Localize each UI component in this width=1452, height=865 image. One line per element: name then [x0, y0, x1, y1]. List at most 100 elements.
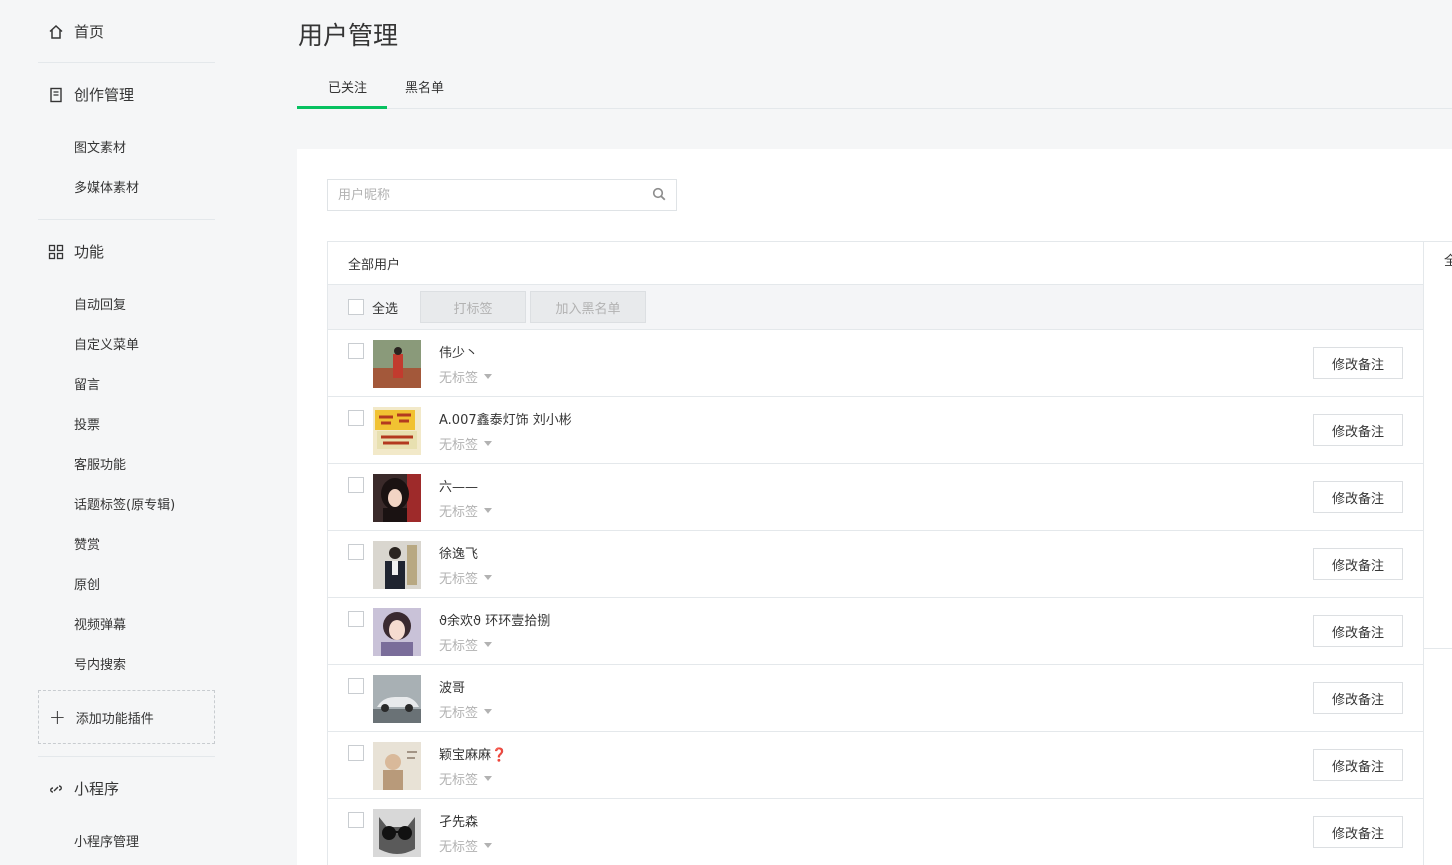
user-panel: 全部用户 全选 打标签 加入黑名单 伟少丶 无标签 修改备注 A.007鑫泰灯饰… — [297, 149, 1452, 865]
sidebar-item-vote[interactable]: 投票 — [74, 414, 100, 433]
row-checkbox[interactable] — [348, 611, 364, 627]
user-name: 孑先森 — [439, 815, 479, 830]
caret-down-icon — [484, 709, 493, 714]
tag-dropdown[interactable]: 无标签 — [439, 702, 493, 721]
sidebar-item-home[interactable]: 首页 — [48, 21, 104, 42]
tag-group-all[interactable]: 全 — [1444, 250, 1452, 269]
link-icon — [48, 781, 64, 797]
row-checkbox[interactable] — [348, 410, 364, 426]
search-input[interactable] — [338, 187, 652, 203]
sidebar: 首页 创作管理 图文素材 多媒体素材 功能 自动回复 自定义菜单 留言 投票 客… — [0, 0, 240, 865]
caret-down-icon — [484, 508, 493, 513]
row-checkbox[interactable] — [348, 812, 364, 828]
list-header-title: 全部用户 — [348, 257, 401, 273]
sidebar-item-comments[interactable]: 留言 — [74, 374, 100, 393]
avatar — [373, 541, 421, 589]
tab-followed[interactable]: 已关注 — [328, 77, 367, 96]
tag-dropdown[interactable]: 无标签 — [439, 635, 493, 654]
edit-remark-button[interactable]: 修改备注 — [1313, 615, 1403, 647]
user-name: A.007鑫泰灯饰 刘小彬 — [439, 413, 572, 428]
sidebar-item-features[interactable]: 功能 — [48, 241, 104, 262]
tag-dropdown[interactable]: 无标签 — [439, 367, 493, 386]
sidebar-item-miniprogram-manage[interactable]: 小程序管理 — [74, 831, 139, 850]
user-list: 全部用户 全选 打标签 加入黑名单 伟少丶 无标签 修改备注 A.007鑫泰灯饰… — [327, 241, 1424, 865]
edit-remark-button[interactable]: 修改备注 — [1313, 481, 1403, 513]
tag-label: 无标签 — [439, 505, 479, 520]
user-name: 波哥 — [439, 681, 466, 696]
tag-dropdown[interactable]: 无标签 — [439, 769, 493, 788]
avatar — [373, 608, 421, 656]
sidebar-item-label: 小程序 — [74, 780, 120, 798]
sidebar-item-original[interactable]: 原创 — [74, 574, 100, 593]
avatar — [373, 474, 421, 522]
home-icon — [48, 24, 64, 40]
edit-remark-button[interactable]: 修改备注 — [1313, 682, 1403, 714]
user-name: ϑ余欢ϑ 环环壹拾捌 — [439, 614, 551, 629]
tag-label: 无标签 — [439, 371, 479, 386]
user-name: 徐逸飞 — [439, 547, 479, 562]
caret-down-icon — [484, 441, 493, 446]
tab-bar: 已关注 黑名单 — [297, 64, 1452, 109]
sidebar-divider — [38, 756, 215, 757]
tag-dropdown[interactable]: 无标签 — [439, 836, 493, 855]
sidebar-divider — [38, 62, 215, 63]
row-checkbox[interactable] — [348, 477, 364, 493]
tag-button[interactable]: 打标签 — [420, 291, 527, 323]
edit-remark-button[interactable]: 修改备注 — [1313, 548, 1403, 580]
caret-down-icon — [484, 642, 493, 647]
avatar — [373, 742, 421, 790]
row-checkbox[interactable] — [348, 678, 364, 694]
list-header: 全部用户 — [328, 242, 1423, 285]
table-row: 波哥 无标签 修改备注 — [328, 665, 1423, 732]
avatar — [373, 675, 421, 723]
edit-remark-button[interactable]: 修改备注 — [1313, 347, 1403, 379]
row-checkbox[interactable] — [348, 544, 364, 560]
caret-down-icon — [484, 575, 493, 580]
sidebar-item-reward[interactable]: 赞赏 — [74, 534, 100, 553]
search-box — [327, 179, 677, 211]
sidebar-item-custom-menu[interactable]: 自定义菜单 — [74, 334, 139, 353]
add-to-blacklist-button[interactable]: 加入黑名单 — [530, 291, 647, 323]
caret-down-icon — [484, 776, 493, 781]
tag-dropdown[interactable]: 无标签 — [439, 501, 493, 520]
tag-label: 无标签 — [439, 438, 479, 453]
user-name: 颖宝麻麻❓ — [439, 748, 508, 763]
tag-dropdown[interactable]: 无标签 — [439, 434, 493, 453]
tag-label: 无标签 — [439, 840, 479, 855]
edit-remark-button[interactable]: 修改备注 — [1313, 414, 1403, 446]
avatar — [373, 340, 421, 388]
sidebar-item-miniprogram[interactable]: 小程序 — [48, 778, 119, 799]
tag-dropdown[interactable]: 无标签 — [439, 568, 493, 587]
sidebar-item-video-danmaku[interactable]: 视频弹幕 — [74, 614, 126, 633]
add-plugin-label: 添加功能插件 — [75, 711, 154, 727]
sidebar-item-customer-service[interactable]: 客服功能 — [74, 454, 126, 473]
sidebar-item-label: 首页 — [74, 23, 105, 41]
edit-remark-button[interactable]: 修改备注 — [1313, 749, 1403, 781]
row-checkbox[interactable] — [348, 745, 364, 761]
select-all-checkbox[interactable] — [348, 299, 364, 315]
sidebar-item-topic-tags[interactable]: 话题标签(原专辑) — [74, 494, 175, 513]
table-row: ϑ余欢ϑ 环环壹拾捌 无标签 修改备注 — [328, 598, 1423, 665]
row-checkbox[interactable] — [348, 343, 364, 359]
table-row: 伟少丶 无标签 修改备注 — [328, 330, 1423, 397]
sidebar-item-multimedia[interactable]: 多媒体素材 — [74, 177, 139, 196]
page-title: 用户管理 — [298, 21, 399, 50]
sidebar-item-in-account-search[interactable]: 号内搜索 — [74, 654, 126, 673]
select-all-label: 全选 — [372, 301, 399, 317]
search-icon[interactable] — [652, 186, 666, 205]
tag-label: 无标签 — [439, 572, 479, 587]
document-icon — [48, 87, 64, 103]
sidebar-item-auto-reply[interactable]: 自动回复 — [74, 294, 126, 313]
sidebar-item-creation[interactable]: 创作管理 — [48, 84, 134, 105]
avatar — [373, 809, 421, 857]
edit-remark-button[interactable]: 修改备注 — [1313, 816, 1403, 848]
caret-down-icon — [484, 843, 493, 848]
tab-active-indicator — [297, 106, 387, 109]
tag-label: 无标签 — [439, 773, 479, 788]
sidebar-item-image-text[interactable]: 图文素材 — [74, 137, 126, 156]
tag-label: 无标签 — [439, 639, 479, 654]
add-plugin-button[interactable]: + 添加功能插件 — [38, 690, 215, 744]
tab-blacklist[interactable]: 黑名单 — [405, 77, 444, 96]
grid-icon — [48, 244, 64, 260]
list-toolbar: 全选 打标签 加入黑名单 — [328, 285, 1423, 330]
